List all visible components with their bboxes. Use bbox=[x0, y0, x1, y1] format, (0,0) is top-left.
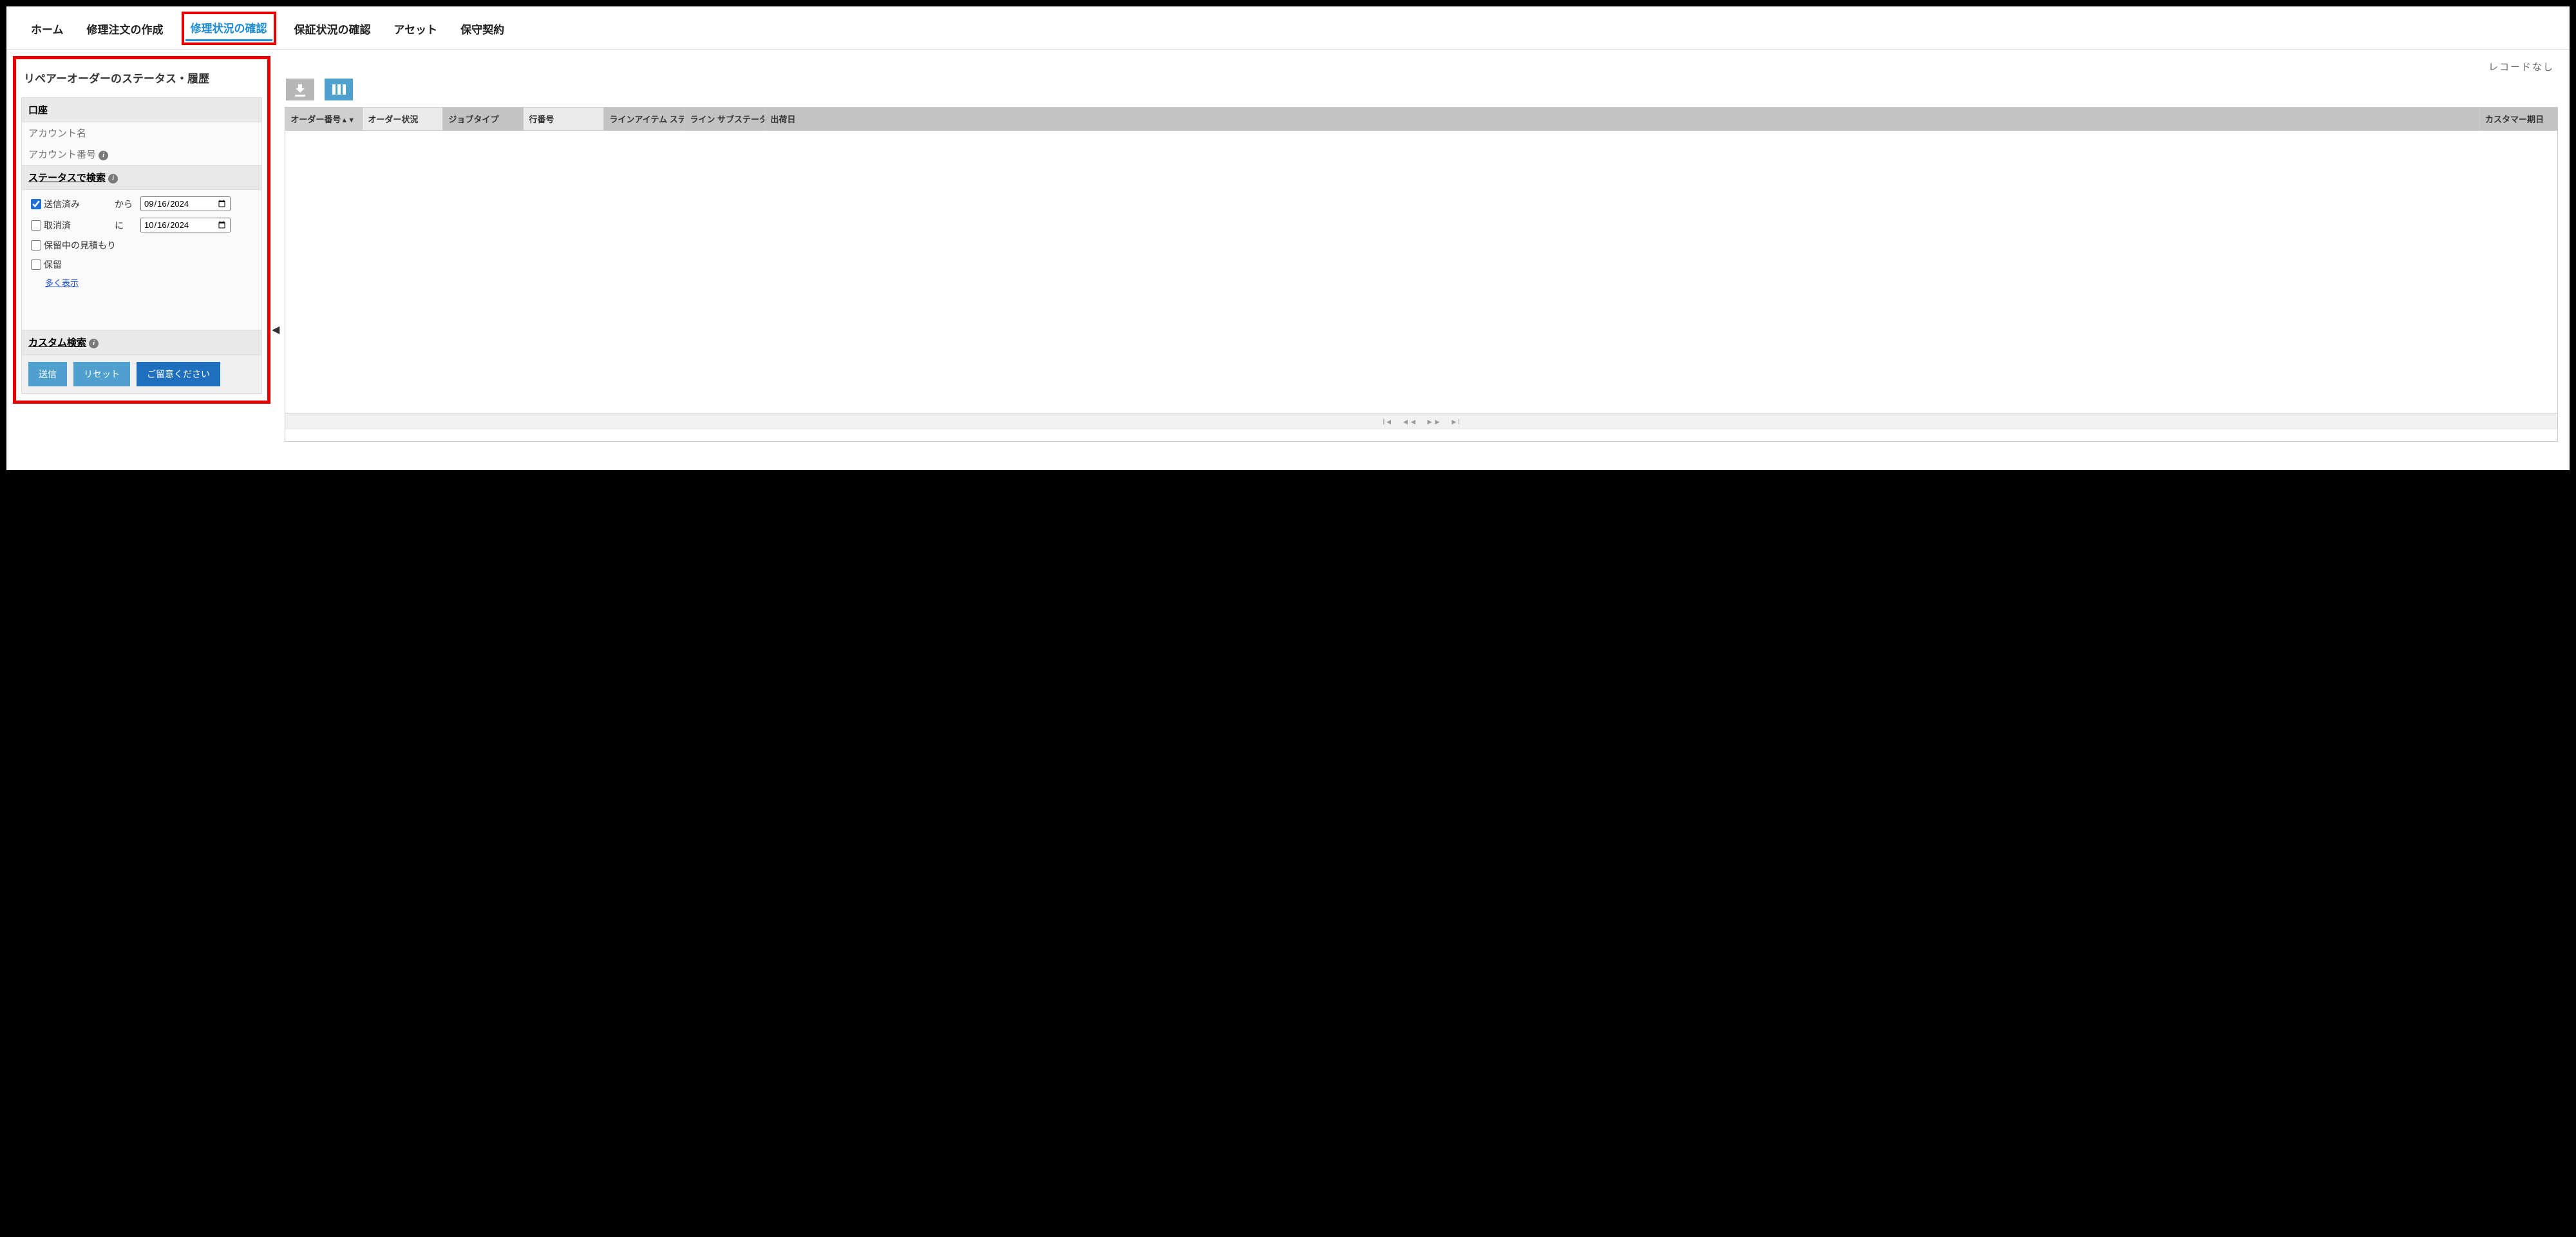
grid-body bbox=[285, 131, 2557, 413]
label-from: から bbox=[115, 198, 140, 211]
nav-repair-status[interactable]: 修理状況の確認 bbox=[185, 15, 272, 41]
grid-toolbar bbox=[285, 77, 2558, 107]
grid-horizontal-scrollbar[interactable] bbox=[285, 430, 2557, 441]
account-number-row: アカウント番号 i bbox=[22, 144, 261, 165]
notice-button[interactable]: ご留意ください bbox=[137, 362, 220, 386]
section-status-search[interactable]: ステータスで検索 i bbox=[22, 165, 261, 190]
show-more-link[interactable]: 多く表示 bbox=[45, 278, 79, 288]
info-icon[interactable]: i bbox=[89, 339, 99, 348]
date-to[interactable] bbox=[140, 218, 231, 232]
show-more-row: 多く表示 bbox=[22, 275, 261, 296]
nav-maintenance-contract[interactable]: 保守契約 bbox=[455, 17, 509, 41]
grid-pager: I◄ ◄◄ ►► ►I bbox=[285, 413, 2557, 430]
action-buttons: 送信 リセット ご留意ください bbox=[22, 355, 261, 393]
download-icon bbox=[295, 84, 305, 95]
app-window: ホーム 修理注文の作成 修理状況の確認 保証状況の確認 アセット 保守契約 リペ… bbox=[6, 6, 2570, 470]
sidebar-title: リペアーオーダーのステータス・履歴 bbox=[21, 63, 262, 97]
account-name-label: アカウント名 bbox=[22, 122, 261, 144]
section-custom-search[interactable]: カスタム検索 i bbox=[22, 330, 261, 355]
reset-button[interactable]: リセット bbox=[73, 362, 130, 386]
col-line-substatus[interactable]: ライン サブステータ bbox=[685, 108, 765, 130]
nav-asset[interactable]: アセット bbox=[389, 17, 443, 41]
checkbox-pending-quote[interactable] bbox=[31, 240, 41, 250]
nav-create-repair-order[interactable]: 修理注文の作成 bbox=[82, 17, 169, 41]
pager-next-icon[interactable]: ►► bbox=[1426, 417, 1441, 426]
columns-button[interactable] bbox=[325, 79, 353, 100]
col-customer-due-date[interactable]: カスタマー期日 bbox=[2480, 108, 2557, 130]
nav-warranty-status[interactable]: 保証状況の確認 bbox=[289, 17, 376, 41]
checkbox-on-hold[interactable] bbox=[31, 260, 41, 270]
sort-arrows-icon: ▲▼ bbox=[341, 117, 355, 124]
col-job-type[interactable]: ジョブタイプ bbox=[443, 108, 524, 130]
pager-prev-icon[interactable]: ◄◄ bbox=[1401, 417, 1417, 426]
collapse-sidebar-caret[interactable]: ◀ bbox=[269, 321, 282, 339]
pager-last-icon[interactable]: ►I bbox=[1450, 417, 1460, 426]
col-line-number[interactable]: 行番号 bbox=[524, 108, 604, 130]
col-order-number-label: オーダー番号 bbox=[290, 115, 341, 124]
checkbox-cancelled[interactable] bbox=[31, 220, 41, 231]
highlight-box-sidebar: リペアーオーダーのステータス・履歴 口座 アカウント名 アカウント番号 i ステ… bbox=[13, 56, 270, 404]
columns-icon bbox=[332, 84, 346, 95]
label-on-hold: 保留 bbox=[44, 258, 252, 271]
custom-search-label: カスタム検索 bbox=[28, 337, 86, 348]
submit-button[interactable]: 送信 bbox=[28, 362, 67, 386]
col-ship-date[interactable]: 出荷日 bbox=[765, 108, 2480, 130]
account-number-label: アカウント番号 bbox=[28, 149, 96, 160]
grid-header-row: オーダー番号▲▼ オーダー状況 ジョブタイプ 行番号 ラインアイテム ステ ライ… bbox=[285, 108, 2557, 131]
results-grid: オーダー番号▲▼ オーダー状況 ジョブタイプ 行番号 ラインアイテム ステ ライ… bbox=[285, 107, 2558, 442]
col-order-number[interactable]: オーダー番号▲▼ bbox=[285, 108, 363, 130]
label-cancelled: 取消済 bbox=[44, 219, 115, 232]
main-content: レコードなし オーダー番号▲▼ オーダー状況 ジョブタイプ 行番号 ライ bbox=[282, 56, 2570, 442]
status-search-label: ステータスで検索 bbox=[28, 173, 106, 184]
status-filter-block: 送信済み から 取消済 に 保留中の見積もり 保留 bbox=[22, 190, 261, 275]
highlight-box-nav: 修理状況の確認 bbox=[182, 12, 276, 45]
col-line-item-status[interactable]: ラインアイテム ステ bbox=[604, 108, 685, 130]
label-to: に bbox=[115, 219, 140, 232]
date-from[interactable] bbox=[140, 196, 231, 211]
checkbox-submitted[interactable] bbox=[31, 199, 41, 209]
filter-panel: 口座 アカウント名 アカウント番号 i ステータスで検索 i 送信済み から 取… bbox=[21, 97, 262, 394]
no-records-text: レコードなし bbox=[285, 56, 2558, 77]
main-nav: ホーム 修理注文の作成 修理状況の確認 保証状況の確認 アセット 保守契約 bbox=[6, 6, 2570, 50]
download-button[interactable] bbox=[286, 79, 314, 100]
info-icon[interactable]: i bbox=[99, 151, 108, 160]
label-pending-quote: 保留中の見積もり bbox=[44, 239, 252, 252]
label-submitted: 送信済み bbox=[44, 198, 115, 211]
pager-first-icon[interactable]: I◄ bbox=[1383, 417, 1392, 426]
info-icon[interactable]: i bbox=[108, 174, 118, 184]
col-order-status[interactable]: オーダー状況 bbox=[363, 108, 443, 130]
section-account: 口座 bbox=[22, 98, 261, 122]
nav-home[interactable]: ホーム bbox=[26, 17, 69, 41]
